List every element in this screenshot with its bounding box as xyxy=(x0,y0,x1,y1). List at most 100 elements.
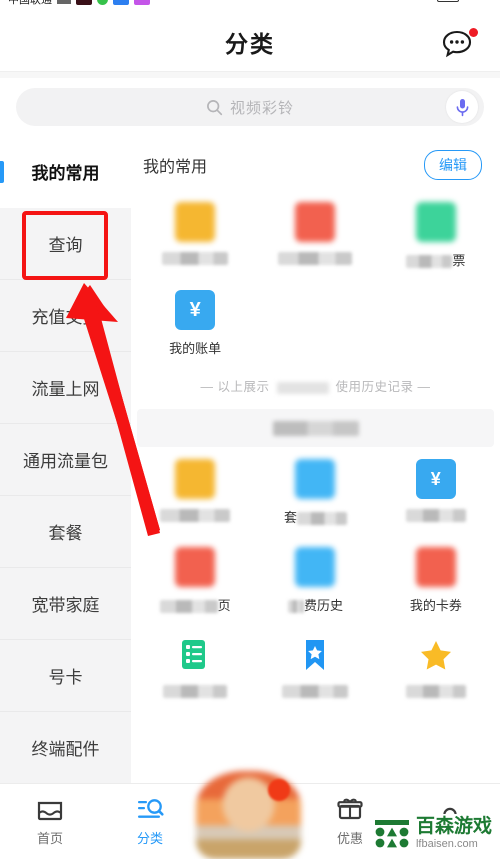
tab-category[interactable]: 分类 xyxy=(100,797,200,847)
edit-button[interactable]: 编辑 xyxy=(424,150,482,180)
group-grid: 套 ¥ 页 费历史 我的卡券 xyxy=(131,451,500,715)
grid-item[interactable]: ¥ xyxy=(376,451,496,539)
data-icon xyxy=(295,202,336,242)
list-glyph xyxy=(182,640,206,669)
search-input[interactable]: 视频彩铃 xyxy=(16,88,484,126)
star-icon xyxy=(416,635,456,675)
bill-icon: ¥ xyxy=(175,290,216,330)
notification-badge-dot xyxy=(469,28,478,37)
sidebar-item-label: 套餐 xyxy=(48,524,83,543)
grid-item-label-visible: 页 xyxy=(217,598,231,613)
sidebar-item-query[interactable]: 查询 xyxy=(0,208,131,280)
group-title-bar xyxy=(137,409,494,447)
recharge-icon xyxy=(175,459,216,499)
grid-item[interactable] xyxy=(135,451,255,539)
favorite-item[interactable] xyxy=(255,194,375,282)
sidebar-item-my-frequent[interactable]: 我的常用 xyxy=(0,136,131,208)
battery-icon xyxy=(437,0,460,2)
microphone-icon[interactable] xyxy=(446,91,478,123)
star-glyph xyxy=(420,641,451,670)
grid-item-label xyxy=(405,683,466,699)
coupon-icon xyxy=(415,547,456,587)
payment-icon: ¥ xyxy=(415,459,456,499)
sidebar-item-label: 终端配件 xyxy=(31,740,100,759)
phone-screen: 中国联通 100% 23:35 分类 xyxy=(0,0,500,859)
category-search-icon xyxy=(138,798,164,818)
history-note: — 以上展示 使用历史记录 — xyxy=(131,370,500,409)
tab-label: 首页 xyxy=(36,830,63,846)
watermark: 百森游戏 lfbaisen.com xyxy=(369,814,496,853)
grid-item-label: 套 xyxy=(284,507,347,526)
grid-item[interactable] xyxy=(135,627,255,715)
favorite-label: 我的账单 xyxy=(169,341,222,356)
watermark-url: lfbaisen.com xyxy=(415,838,478,850)
favorite-item[interactable] xyxy=(135,194,255,282)
detail-icon xyxy=(175,547,216,587)
status-bar-right: 100% 23:35 xyxy=(404,0,492,3)
bookmark-glyph xyxy=(306,640,325,670)
history-icon xyxy=(295,547,336,587)
sidebar-item-label: 流量上网 xyxy=(31,380,100,399)
store-icon xyxy=(37,801,63,820)
page-title: 分类 xyxy=(225,30,275,57)
history-note-prefix: — 以上展示 xyxy=(200,380,270,394)
grid-item-label xyxy=(405,507,466,523)
sidebar-item-label: 充值交费 xyxy=(31,308,100,327)
body-split: 我的常用 查询 充值交费 流量上网 通用流量包 套餐 宽带家庭 号卡 终端配件 … xyxy=(0,136,500,783)
clock-label: 23:35 xyxy=(464,0,492,3)
signal-bars-icon xyxy=(57,0,71,4)
gift-icon xyxy=(337,798,363,819)
favorite-label-visible: 票 xyxy=(452,253,466,268)
search-icon xyxy=(207,99,223,115)
app-icon-2 xyxy=(97,0,108,5)
category-content: 我的常用 编辑 票 ¥ 我的账单 — 以上展示 使用历史记录 — 套 ¥ 页 费… xyxy=(131,136,500,783)
app-icon-1 xyxy=(76,0,92,5)
grid-item-payment-history[interactable]: 费历史 xyxy=(255,539,375,627)
grid-item[interactable] xyxy=(376,627,496,715)
search-bar-container: 视频彩铃 xyxy=(0,78,500,136)
grid-item-label: 我的卡券 xyxy=(409,598,462,613)
favorite-item[interactable]: 票 xyxy=(376,194,496,282)
sidebar-item-package[interactable]: 套餐 xyxy=(0,496,131,568)
grid-item-label-visible: 套 xyxy=(283,510,297,525)
chat-bubble-icon[interactable] xyxy=(442,28,478,60)
sidebar-item-terminal-accessories[interactable]: 终端配件 xyxy=(0,712,131,783)
sidebar-item-label: 通用流量包 xyxy=(23,452,108,471)
invoice-icon xyxy=(415,202,456,242)
favorites-grid: 票 ¥ 我的账单 xyxy=(131,194,500,370)
sidebar-item-broadband-family[interactable]: 宽带家庭 xyxy=(0,568,131,640)
sidebar-item-sim-card[interactable]: 号卡 xyxy=(0,640,131,712)
grid-item-label: 页 xyxy=(159,595,231,614)
section-title: 我的常用 xyxy=(143,159,208,176)
favorite-item-my-bill[interactable]: ¥ 我的账单 xyxy=(135,282,255,370)
bookmark-icon xyxy=(295,635,335,675)
grid-item-label-visible: 费历史 xyxy=(303,598,343,613)
watermark-logo-icon xyxy=(374,819,409,847)
group-title-masked xyxy=(272,420,359,436)
grid-item-my-coupons[interactable]: 我的卡券 xyxy=(376,539,496,627)
category-sidebar[interactable]: 我的常用 查询 充值交费 流量上网 通用流量包 套餐 宽带家庭 号卡 终端配件 xyxy=(0,136,131,783)
app-icon-4 xyxy=(134,0,150,5)
status-bar: 中国联通 100% 23:35 xyxy=(0,0,500,12)
grid-item-label: 费历史 xyxy=(287,595,343,614)
grid-item-label xyxy=(163,683,228,699)
package-icon xyxy=(295,459,336,499)
sidebar-item-general-data-pack[interactable]: 通用流量包 xyxy=(0,424,131,496)
history-note-suffix: 使用历史记录 — xyxy=(335,380,431,394)
sidebar-item-data-network[interactable]: 流量上网 xyxy=(0,352,131,424)
grid-item[interactable]: 页 xyxy=(135,539,255,627)
favorite-label xyxy=(162,250,229,266)
tab-home[interactable]: 首页 xyxy=(0,797,100,847)
watermark-brand: 百森游戏 xyxy=(415,816,492,837)
sidebar-item-recharge[interactable]: 充值交费 xyxy=(0,280,131,352)
grid-item-label xyxy=(160,507,231,523)
list-icon xyxy=(175,635,215,675)
favorite-label: 票 xyxy=(406,250,465,269)
microphone-glyph xyxy=(456,98,468,116)
battery-percent-label: 100% xyxy=(404,0,432,3)
grid-item[interactable] xyxy=(255,627,375,715)
status-bar-left: 中国联通 xyxy=(8,0,150,7)
search-inner: 视频彩铃 xyxy=(206,97,294,118)
grid-item[interactable]: 套 xyxy=(255,451,375,539)
sidebar-item-label: 宽带家庭 xyxy=(31,596,100,615)
